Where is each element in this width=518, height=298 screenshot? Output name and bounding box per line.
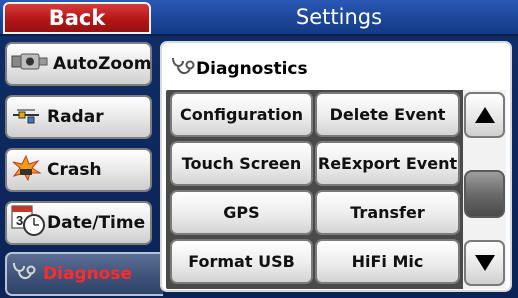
stethoscope-icon	[11, 261, 37, 288]
sidebar-item-datetime[interactable]: 3 Date/Time	[5, 201, 152, 245]
back-button[interactable]: Back	[3, 2, 151, 34]
diagnostics-panel: Diagnostics Configuration Delete Event T…	[160, 41, 512, 292]
gps-button[interactable]: GPS	[170, 190, 313, 235]
page-title: Settings	[295, 5, 383, 29]
sidebar-item-radar[interactable]: Radar	[5, 95, 152, 139]
calendar-clock-icon: 3	[11, 205, 47, 242]
triangle-down-icon	[474, 255, 495, 271]
radar-icon	[11, 104, 41, 131]
sidebar-item-label: Date/Time	[47, 213, 146, 233]
triangle-up-icon	[474, 107, 495, 123]
delete-event-button[interactable]: Delete Event	[315, 92, 460, 137]
button-grid: Configuration Delete Event Touch Screen …	[166, 90, 506, 289]
panel-heading: Diagnostics	[170, 49, 308, 89]
top-bar: Back Settings	[0, 0, 518, 36]
sidebar-item-label: AutoZoom	[53, 54, 152, 74]
panel-title: Diagnostics	[196, 59, 308, 79]
format-usb-button[interactable]: Format USB	[170, 239, 313, 284]
sidebar: AutoZoom Radar Crash 3 Date/Time Diagnos…	[0, 36, 163, 298]
touch-screen-button[interactable]: Touch Screen	[170, 141, 313, 186]
sidebar-item-autozoom[interactable]: AutoZoom	[5, 42, 152, 86]
sidebar-item-label: Crash	[47, 160, 102, 180]
svg-text:3: 3	[16, 213, 23, 228]
transfer-button[interactable]: Transfer	[315, 190, 460, 235]
sidebar-item-diagnose[interactable]: Diagnose	[5, 252, 163, 296]
scroll-thumb[interactable]	[464, 170, 505, 218]
configuration-button[interactable]: Configuration	[170, 92, 313, 137]
scroll-up-button[interactable]	[464, 92, 505, 138]
camera-icon	[11, 51, 51, 78]
stethoscope-icon	[170, 56, 196, 83]
crash-icon	[11, 154, 42, 186]
sidebar-item-label: Diagnose	[43, 264, 133, 284]
reexport-event-button[interactable]: ReExport Event	[315, 141, 460, 186]
scrollbar[interactable]	[463, 90, 506, 289]
sidebar-item-label: Radar	[47, 107, 104, 127]
sidebar-item-crash[interactable]: Crash	[5, 148, 152, 192]
hifi-mic-button[interactable]: HiFi Mic	[315, 239, 460, 284]
settings-screen: Back Settings AutoZoom Radar Crash 3 Dat…	[0, 0, 518, 298]
scroll-down-button[interactable]	[464, 240, 505, 286]
